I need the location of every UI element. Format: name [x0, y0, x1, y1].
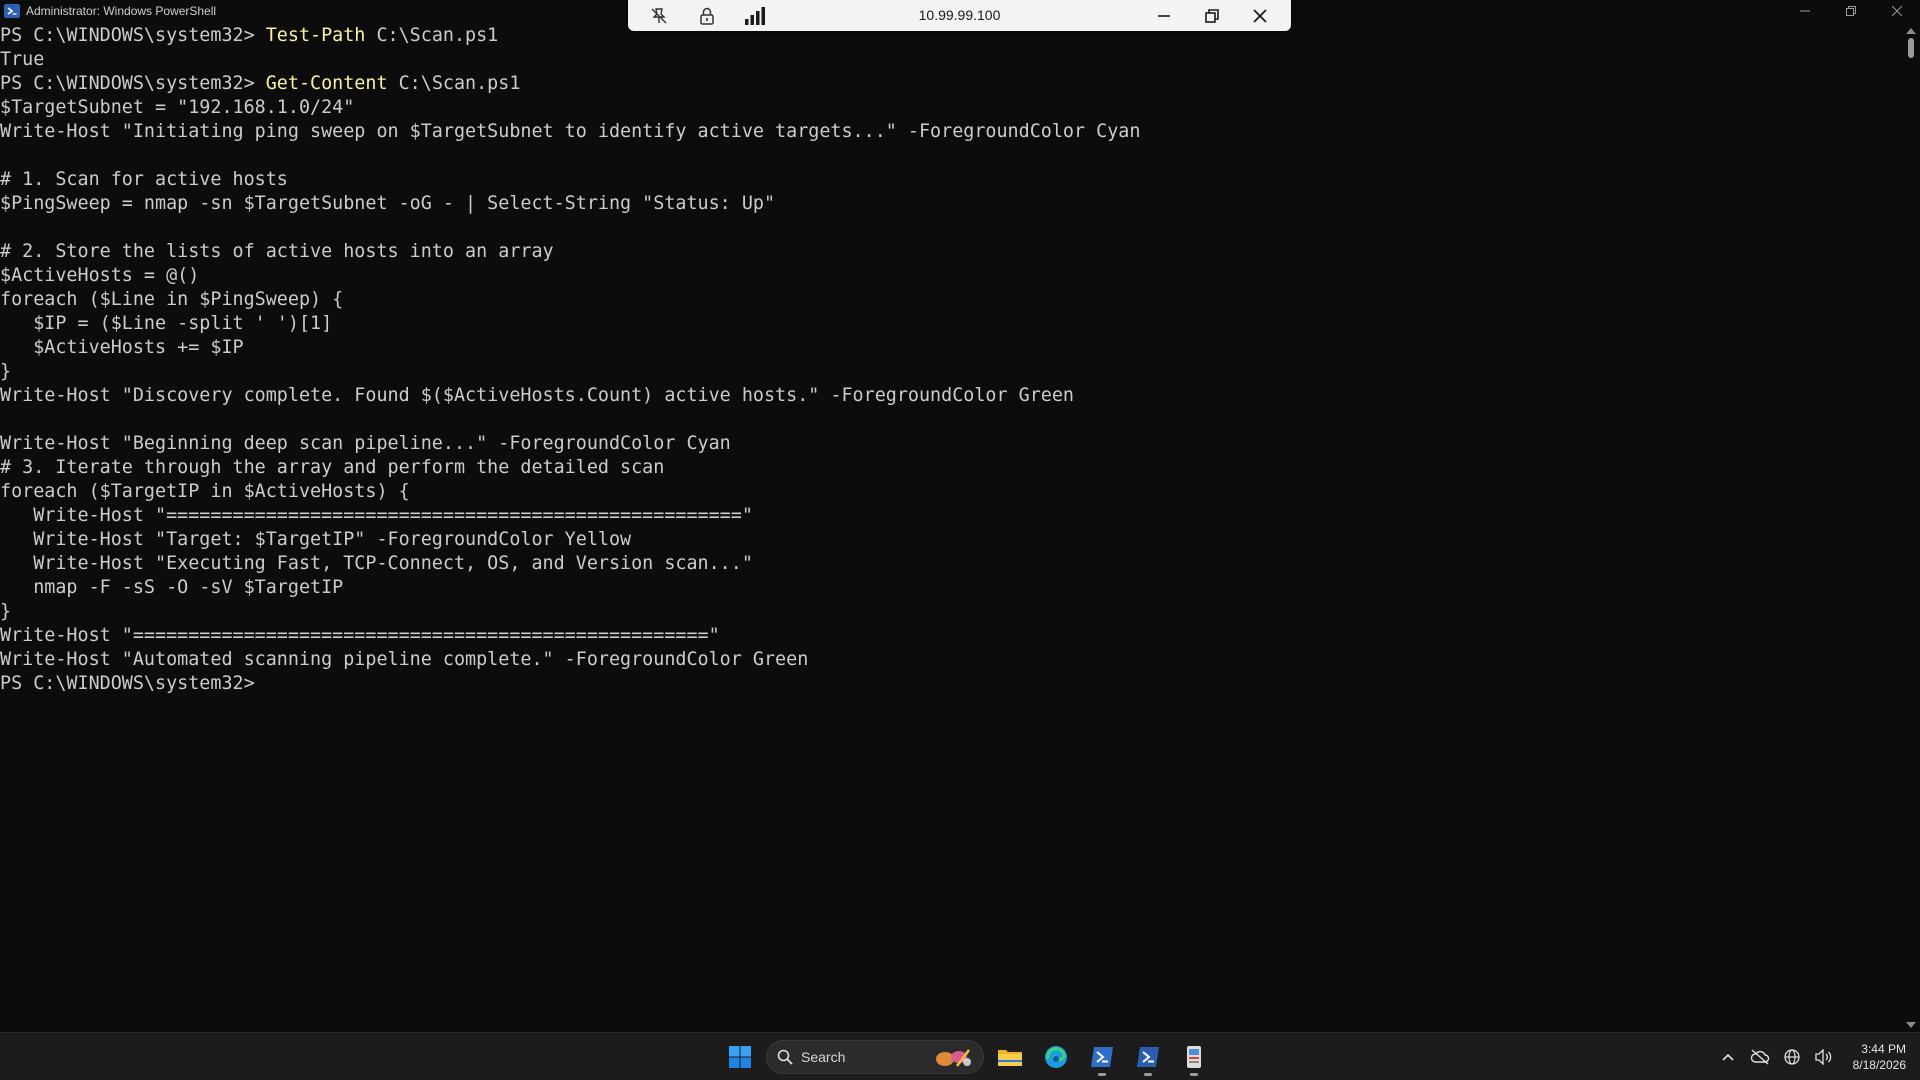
search-label: Search	[801, 1049, 846, 1065]
unpin-icon	[651, 7, 667, 23]
taskbar-remote-desktop[interactable]	[1174, 1037, 1214, 1077]
globe-icon	[1783, 1049, 1800, 1065]
terminal-prompt: PS C:\WINDOWS\system32>	[0, 673, 266, 694]
remote-desktop-icon	[1187, 1046, 1201, 1068]
clock-time: 3:44 PM	[1861, 1042, 1906, 1056]
terminal-line: PS C:\WINDOWS\system32> Get-Content C:\S…	[0, 72, 1900, 96]
signal-bars-icon	[745, 6, 765, 25]
terminal-line: Write-Host "Target: $TargetIP" -Foregrou…	[0, 529, 632, 550]
terminal-line: Write-Host "Discovery complete. Found $(…	[0, 385, 1074, 406]
window-controls	[1782, 0, 1920, 22]
scrollbar-thumb[interactable]	[1908, 38, 1914, 58]
tray-volume[interactable]	[1813, 1046, 1835, 1068]
clock-date: 8/18/2026	[1852, 1058, 1906, 1072]
folder-icon	[998, 1050, 1022, 1066]
restore-button[interactable]	[1828, 0, 1874, 22]
scroll-up-arrow-icon[interactable]	[1906, 28, 1916, 34]
close-icon	[1892, 6, 1902, 16]
restore-icon	[1846, 6, 1856, 16]
start-button[interactable]	[720, 1037, 760, 1077]
restore-icon	[1205, 8, 1219, 23]
desktop-screen: Administrator: Windows PowerShell 10.99.…	[0, 0, 1920, 1080]
taskbar: Search 3:44 PM 8/18/2026	[0, 1032, 1920, 1080]
terminal-line: $ActiveHosts += $IP	[0, 337, 244, 358]
terminal-line: $ActiveHosts = @()	[0, 265, 200, 286]
terminal-line: $IP = ($Line -split ' ')[1]	[0, 313, 333, 334]
close-icon	[1253, 8, 1267, 23]
powershell-icon	[1137, 1047, 1159, 1067]
tray-network-offline[interactable]	[1749, 1046, 1771, 1068]
cloud-offline-icon	[1750, 1049, 1769, 1065]
search-icon	[777, 1049, 793, 1065]
windows-logo-icon	[729, 1046, 751, 1068]
system-tray: 3:44 PM 8/18/2026	[1717, 1033, 1906, 1080]
terminal-line: Write-Host "Initiating ping sweep on $Ta…	[0, 121, 1141, 142]
terminal-line: Write-Host "============================…	[0, 625, 720, 646]
terminal-argument: C:\Scan.ps1	[387, 73, 521, 94]
terminal-scrollbar[interactable]	[1902, 24, 1920, 1030]
terminal-line: $PingSweep = nmap -sn $TargetSubnet -oG …	[0, 193, 776, 214]
minimize-icon	[1800, 10, 1810, 12]
taskbar-search-box[interactable]: Search	[766, 1040, 984, 1074]
taskbar-apps: Search	[720, 1033, 1214, 1080]
terminal-line: True	[0, 49, 45, 70]
terminal-line: PS C:\WINDOWS\system32> Test-Path C:\Sca…	[0, 24, 1900, 48]
taskbar-clock[interactable]: 3:44 PM 8/18/2026	[1853, 1041, 1906, 1073]
terminal-line: Write-Host "Automated scanning pipeline …	[0, 649, 809, 670]
terminal-line: Write-Host "Beginning deep scan pipeline…	[0, 433, 731, 454]
taskbar-file-explorer[interactable]	[990, 1037, 1030, 1077]
powershell-terminal[interactable]: PS C:\WINDOWS\system32> Test-Path C:\Sca…	[0, 24, 1900, 1030]
terminal-line: # 3. Iterate through the array and perfo…	[0, 457, 665, 478]
chevron-up-icon	[1722, 1053, 1734, 1061]
minimize-icon	[1158, 14, 1170, 17]
terminal-line: # 2. Store the lists of active hosts int…	[0, 241, 554, 262]
lock-icon	[700, 7, 714, 25]
terminal-command: Get-Content	[265, 73, 388, 94]
terminal-prompt: PS C:\WINDOWS\system32>	[0, 73, 266, 94]
terminal-command: Test-Path	[265, 25, 366, 46]
powershell-icon	[4, 4, 20, 18]
terminal-prompt: PS C:\WINDOWS\system32>	[0, 25, 266, 46]
terminal-line: Write-Host "Executing Fast, TCP-Connect,…	[0, 553, 753, 574]
close-button[interactable]	[1874, 0, 1920, 22]
terminal-line: foreach ($TargetIP in $ActiveHosts) {	[0, 481, 410, 502]
terminal-line: }	[0, 361, 12, 382]
terminal-argument: C:\Scan.ps1	[365, 25, 499, 46]
taskbar-powershell-admin[interactable]	[1128, 1037, 1168, 1077]
terminal-line: }	[0, 601, 12, 622]
taskbar-edge-browser[interactable]	[1036, 1037, 1076, 1077]
terminal-line: PS C:\WINDOWS\system32>	[0, 672, 1900, 696]
terminal-line: $TargetSubnet = "192.168.1.0/24"	[0, 97, 355, 118]
terminal-line: nmap -F -sS -O -sV $TargetIP	[0, 577, 344, 598]
terminal-line: # 1. Scan for active hosts	[0, 169, 288, 190]
speaker-icon	[1814, 1049, 1831, 1065]
taskbar-powershell[interactable]	[1082, 1037, 1122, 1077]
search-highlight-icon	[936, 1049, 971, 1067]
powershell-icon	[1091, 1047, 1113, 1067]
edge-browser-icon	[1045, 1046, 1067, 1068]
terminal-line: foreach ($Line in $PingSweep) {	[0, 289, 344, 310]
scroll-down-arrow-icon[interactable]	[1906, 1022, 1916, 1028]
minimize-button[interactable]	[1782, 0, 1828, 22]
show-hidden-icons-button[interactable]	[1717, 1046, 1739, 1068]
window-title: Administrator: Windows PowerShell	[26, 4, 217, 18]
terminal-line: Write-Host "============================…	[0, 505, 753, 526]
tray-globe[interactable]	[1781, 1046, 1803, 1068]
